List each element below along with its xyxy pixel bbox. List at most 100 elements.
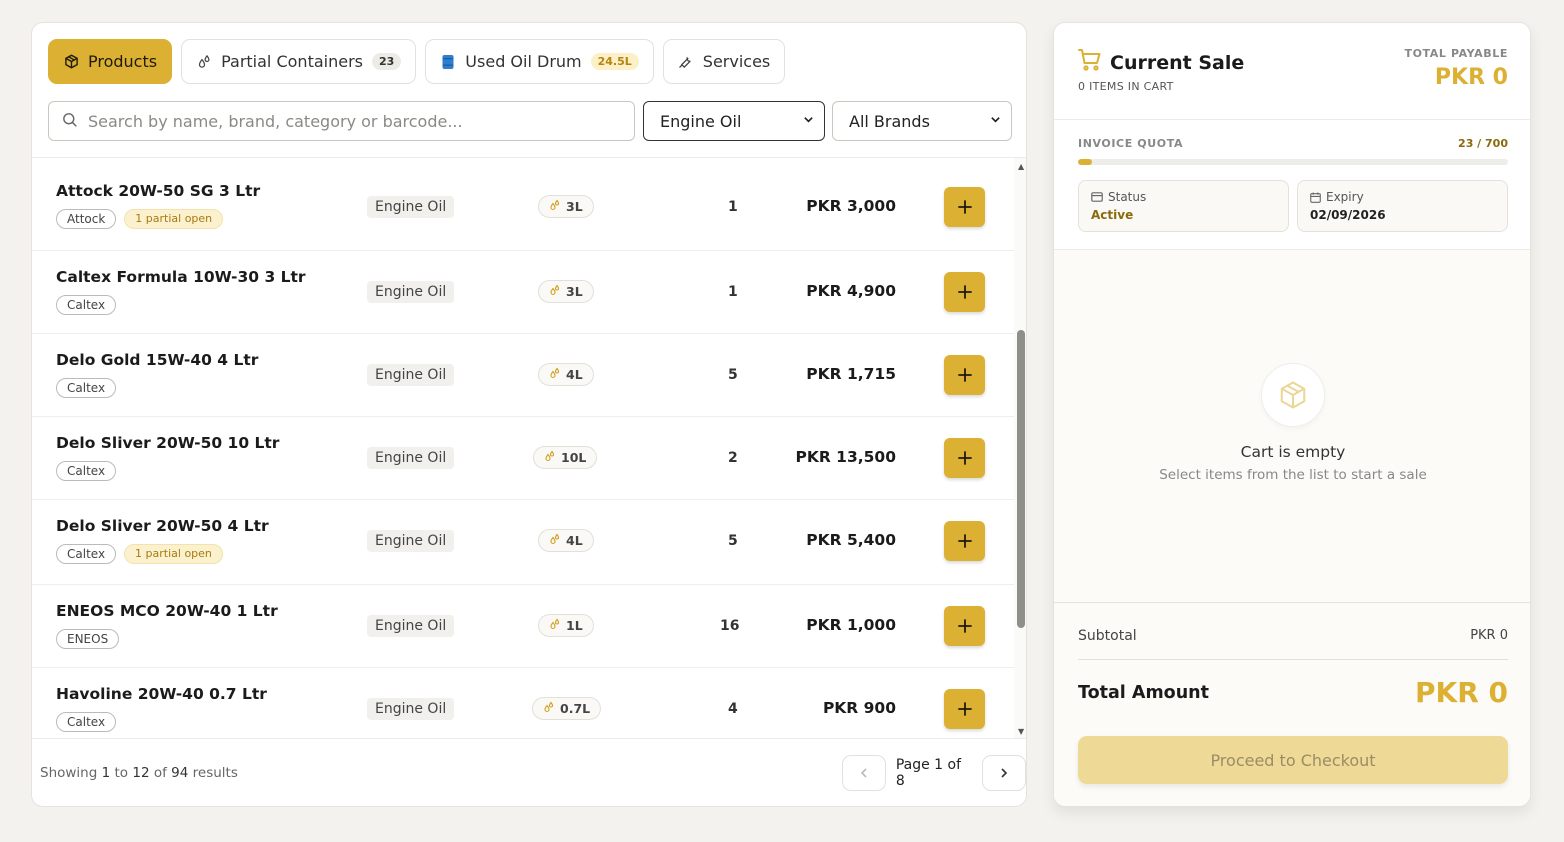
- category-chip: Engine Oil: [367, 364, 455, 386]
- scroll-thumb[interactable]: [1017, 330, 1025, 628]
- add-to-cart-button[interactable]: [944, 272, 985, 312]
- product-tags: Caltex: [56, 378, 117, 398]
- total-payable-value: PKR 0: [1434, 65, 1508, 90]
- add-to-cart-button[interactable]: [944, 521, 985, 561]
- drum-icon: [440, 54, 456, 70]
- brand-tag: Caltex: [56, 461, 117, 481]
- add-to-cart-button[interactable]: [944, 606, 985, 646]
- category-select-value: Engine Oil: [660, 111, 742, 131]
- subtotal-label: Subtotal: [1078, 628, 1137, 644]
- brand-tag: Caltex: [56, 295, 117, 315]
- product-row: Attock 20W-50 SG 3 Ltr Attock 1 partial op…: [32, 158, 1014, 251]
- items-in-cart: 0 ITEMS IN CART: [1078, 80, 1174, 93]
- prev-page-button[interactable]: [842, 755, 886, 791]
- category-chip: Engine Oil: [367, 447, 455, 469]
- product-name: ENEOS MCO 20W-40 1 Ltr: [56, 602, 278, 620]
- expiry-label: Expiry: [1326, 190, 1364, 204]
- drops-icon: [549, 367, 561, 382]
- brand-tag: Attock: [56, 209, 117, 229]
- volume-value: 10L: [561, 450, 587, 465]
- plus-icon: [957, 368, 972, 382]
- stock-qty: 1: [728, 199, 738, 215]
- tab-products-label: Products: [88, 52, 158, 71]
- volume-value: 4L: [566, 533, 583, 548]
- to-word: to: [114, 765, 129, 781]
- product-name: Delo Gold 15W-40 4 Ltr: [56, 351, 259, 369]
- list-scrollbar[interactable]: ▲ ▼: [1014, 158, 1026, 738]
- add-to-cart-button[interactable]: [944, 689, 985, 729]
- of-word: of: [153, 765, 167, 781]
- volume-chip: 1L: [538, 614, 594, 637]
- stock-qty: 1: [728, 284, 738, 300]
- tab-products[interactable]: Products: [48, 39, 173, 84]
- product-row: Havoline 20W-40 0.7 Ltr Caltex Engine Oil 0…: [32, 669, 1014, 738]
- quota-progress-bar: [1078, 159, 1508, 165]
- box-icon: [63, 54, 79, 70]
- tab-bar: Products Partial Containers 23 Used Oil …: [48, 39, 786, 84]
- add-to-cart-button[interactable]: [944, 438, 985, 478]
- drops-icon: [544, 450, 556, 465]
- brand-select-value: All Brands: [849, 111, 930, 131]
- add-to-cart-button[interactable]: [944, 187, 985, 227]
- cart-panel: Current Sale 0 ITEMS IN CART TOTAL PAYAB…: [1053, 22, 1531, 807]
- product-row: Delo Gold 15W-40 4 Ltr Caltex Engine Oil 4L…: [32, 335, 1014, 417]
- category-select[interactable]: Engine Oil: [643, 101, 825, 141]
- product-tags: Caltex: [56, 461, 117, 481]
- partial-open-badge: 1 partial open: [124, 209, 224, 229]
- status-card: Status Active: [1078, 180, 1289, 232]
- product-price: PKR 900: [822, 699, 896, 717]
- product-tags: Caltex: [56, 712, 117, 732]
- drops-icon: [549, 284, 561, 299]
- category-chip: Engine Oil: [367, 530, 455, 552]
- category-chip: Engine Oil: [367, 615, 455, 637]
- results-total: 94: [171, 765, 189, 781]
- package-icon: [1261, 363, 1325, 427]
- tab-used-oil-drum-label: Used Oil Drum: [465, 52, 582, 71]
- plus-icon: [957, 285, 972, 299]
- product-tags: Attock 1 partial open: [56, 209, 224, 229]
- plus-icon: [957, 702, 972, 716]
- tab-used-oil-drum[interactable]: Used Oil Drum 24.5L: [425, 39, 654, 84]
- chevron-down-icon: [990, 114, 1001, 128]
- cart-header: Current Sale 0 ITEMS IN CART TOTAL PAYAB…: [1054, 23, 1530, 120]
- card-icon: [1091, 192, 1103, 202]
- checkout-button[interactable]: Proceed to Checkout: [1078, 736, 1508, 784]
- product-price: PKR 13,500: [795, 448, 896, 466]
- status-value: Active: [1091, 208, 1134, 222]
- expiry-card: Expiry 02/09/2026: [1297, 180, 1508, 232]
- wrench-icon: [678, 54, 694, 70]
- empty-title: Cart is empty: [1240, 443, 1346, 461]
- total-payable-label: TOTAL PAYABLE: [1404, 47, 1508, 60]
- volume-value: 0.7L: [560, 701, 591, 716]
- drops-icon: [543, 701, 555, 716]
- product-tags: Caltex: [56, 295, 117, 315]
- chevron-right-icon: [1001, 768, 1008, 778]
- drops-icon: [196, 54, 212, 70]
- search-input[interactable]: [88, 111, 608, 131]
- volume-value: 4L: [566, 367, 583, 382]
- product-name: Attock 20W-50 SG 3 Ltr: [56, 182, 261, 200]
- volume-value: 3L: [566, 199, 583, 214]
- scroll-up-arrow-icon[interactable]: ▲: [1018, 162, 1024, 171]
- scroll-down-arrow-icon[interactable]: ▼: [1018, 727, 1024, 736]
- volume-chip: 10L: [533, 446, 598, 469]
- brand-select[interactable]: All Brands: [832, 101, 1012, 141]
- partial-count-badge: 23: [371, 53, 402, 70]
- tab-partial-containers[interactable]: Partial Containers 23: [181, 39, 417, 84]
- category-chip: Engine Oil: [367, 196, 455, 218]
- results-suffix: results: [192, 765, 238, 781]
- brand-tag: ENEOS: [56, 629, 120, 649]
- plus-icon: [957, 451, 972, 465]
- partial-open-badge: 1 partial open: [124, 544, 223, 564]
- stock-qty: 5: [728, 533, 738, 549]
- cart-empty-state: Cart is empty Select items from the list…: [1054, 363, 1530, 483]
- tab-services[interactable]: Services: [662, 39, 786, 84]
- product-row: ENEOS MCO 20W-40 1 Ltr ENEOS Engine Oil 1L 1…: [32, 586, 1014, 668]
- drops-icon: [549, 199, 561, 214]
- add-to-cart-button[interactable]: [944, 355, 985, 395]
- next-page-button[interactable]: [982, 755, 1026, 791]
- tab-partial-containers-label: Partial Containers: [221, 52, 363, 71]
- total-amount-value: PKR 0: [1414, 676, 1508, 709]
- pagination: Page 1 of 8: [842, 755, 1026, 791]
- stock-qty: 2: [728, 450, 738, 466]
